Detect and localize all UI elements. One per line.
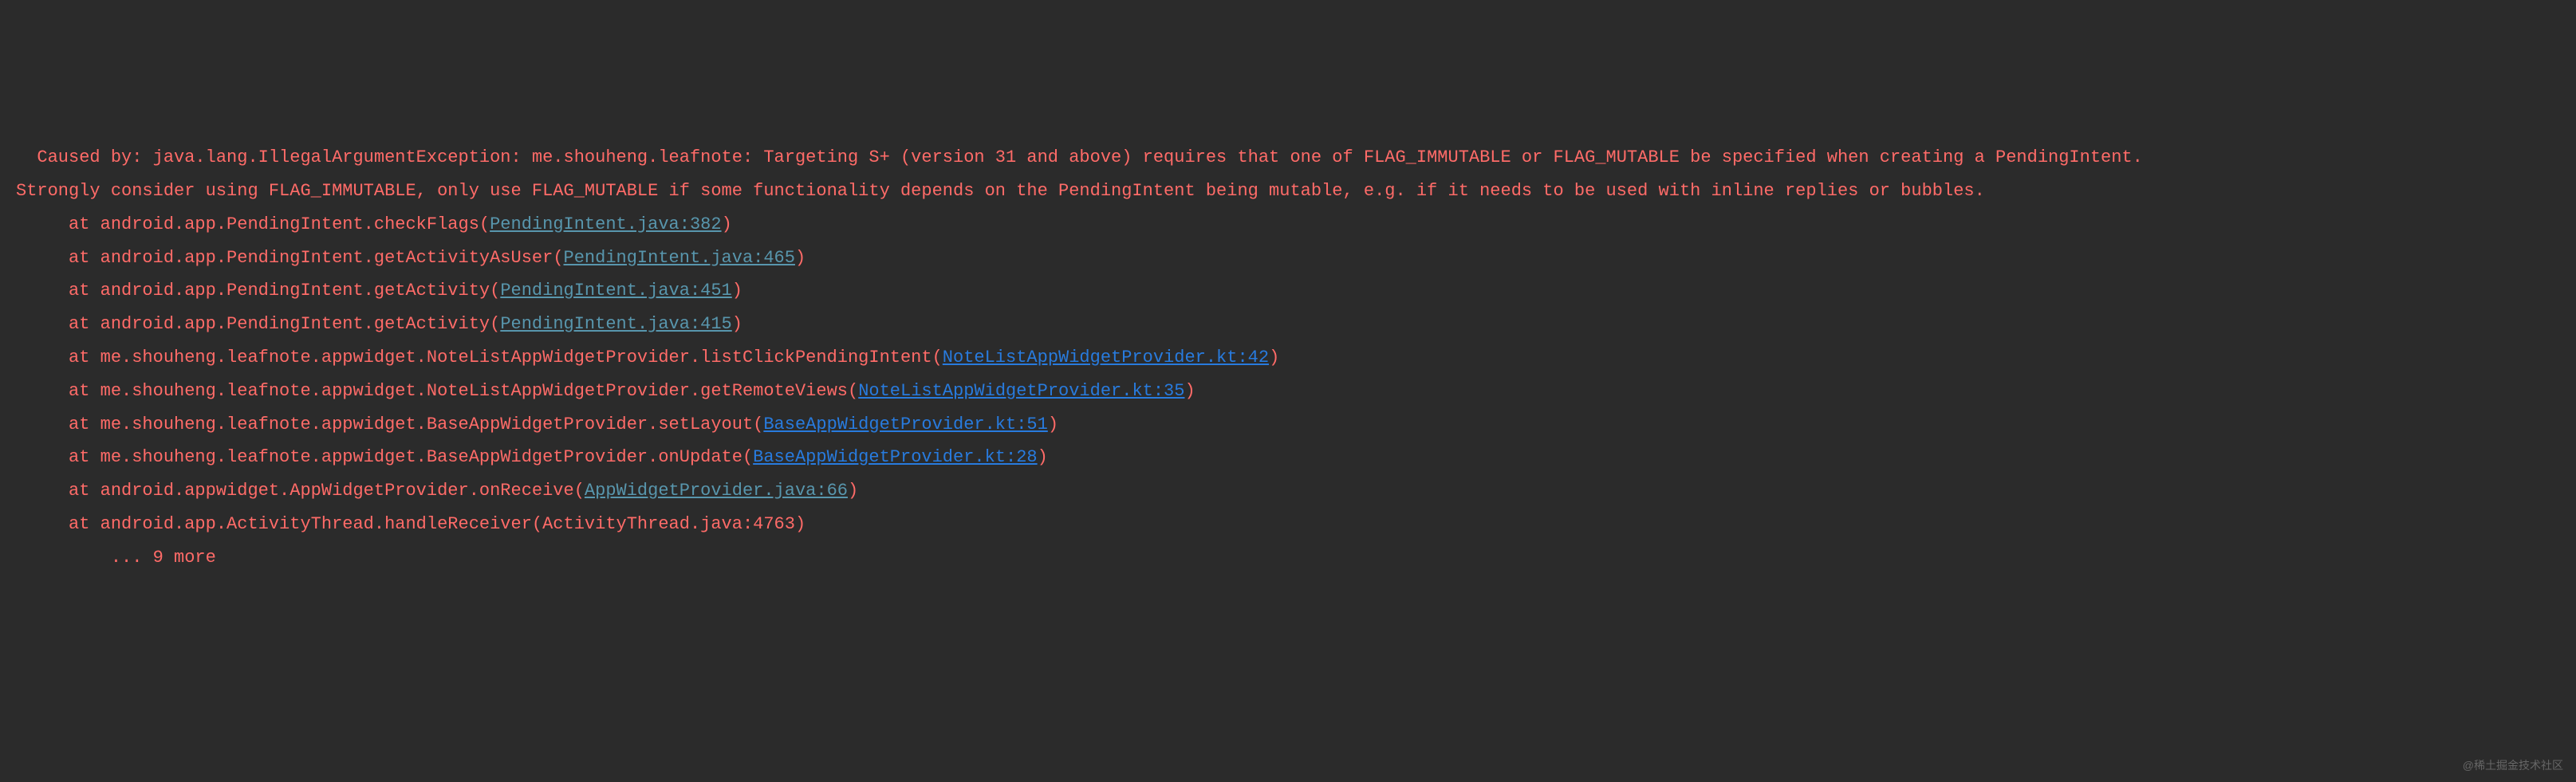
at-prefix: at android.appwidget.AppWidgetProvider.o… (16, 481, 574, 501)
stack-frame: at me.shouheng.leafnote.appwidget.BaseAp… (16, 415, 1058, 434)
more-frames-line: ... 9 more (16, 548, 216, 568)
close-paren: ) (732, 314, 742, 334)
close-paren: ) (795, 248, 805, 268)
stack-frame: at android.app.PendingIntent.getActivity… (16, 281, 742, 301)
open-paren: ( (932, 348, 943, 367)
open-paren: ( (479, 214, 490, 234)
stack-frame: at android.appwidget.AppWidgetProvider.o… (16, 481, 858, 501)
watermark-text: @稀土掘金技术社区 (2463, 755, 2563, 776)
at-prefix: at android.app.PendingIntent.getActivity… (16, 248, 553, 268)
source-file-link[interactable]: PendingIntent.java:465 (564, 248, 795, 268)
open-paren: ( (848, 381, 858, 401)
exception-header-line2: Strongly consider using FLAG_IMMUTABLE, … (16, 181, 1985, 201)
close-paren: ) (1269, 348, 1279, 367)
stack-frame: at me.shouheng.leafnote.appwidget.NoteLi… (16, 381, 1195, 401)
close-paren: ) (1048, 415, 1058, 434)
stack-frame: at android.app.PendingIntent.getActivity… (16, 314, 742, 334)
close-paren: ) (848, 481, 858, 501)
source-file-link[interactable]: BaseAppWidgetProvider.kt:51 (763, 415, 1047, 434)
at-prefix: at android.app.PendingIntent.getActivity (16, 314, 490, 334)
close-paren: ) (1184, 381, 1195, 401)
source-file-link[interactable]: PendingIntent.java:415 (500, 314, 731, 334)
open-paren: ( (753, 415, 763, 434)
source-file-link[interactable]: NoteListAppWidgetProvider.kt:35 (858, 381, 1184, 401)
open-paren: ( (574, 481, 585, 501)
source-file-link[interactable]: AppWidgetProvider.java:66 (585, 481, 848, 501)
stack-trace-output: Caused by: java.lang.IllegalArgumentExce… (16, 141, 2560, 574)
exception-header-line1: Caused by: java.lang.IllegalArgumentExce… (16, 147, 2143, 167)
open-paren: ( (490, 281, 500, 301)
open-paren: ( (553, 248, 563, 268)
stack-frame: at android.app.ActivityThread.handleRece… (16, 514, 805, 534)
at-prefix: at android.app.PendingIntent.getActivity (16, 281, 490, 301)
source-file-link[interactable]: NoteListAppWidgetProvider.kt:42 (943, 348, 1269, 367)
source-file-link[interactable]: PendingIntent.java:382 (490, 214, 721, 234)
close-paren: ) (722, 214, 732, 234)
open-paren: ( (490, 314, 500, 334)
source-file-link[interactable]: PendingIntent.java:451 (500, 281, 731, 301)
at-prefix: at android.app.PendingIntent.checkFlags (16, 214, 479, 234)
at-prefix: at me.shouheng.leafnote.appwidget.BaseAp… (16, 415, 753, 434)
stack-frame: at android.app.PendingIntent.getActivity… (16, 248, 805, 268)
stack-frame: at android.app.PendingIntent.checkFlags(… (16, 214, 732, 234)
stack-frame: at me.shouheng.leafnote.appwidget.NoteLi… (16, 348, 1279, 367)
at-prefix: at me.shouheng.leafnote.appwidget.NoteLi… (16, 348, 932, 367)
at-prefix: at me.shouheng.leafnote.appwidget.NoteLi… (16, 381, 848, 401)
close-paren: ) (732, 281, 742, 301)
stack-frames-container: at android.app.PendingIntent.checkFlags(… (16, 208, 2560, 541)
